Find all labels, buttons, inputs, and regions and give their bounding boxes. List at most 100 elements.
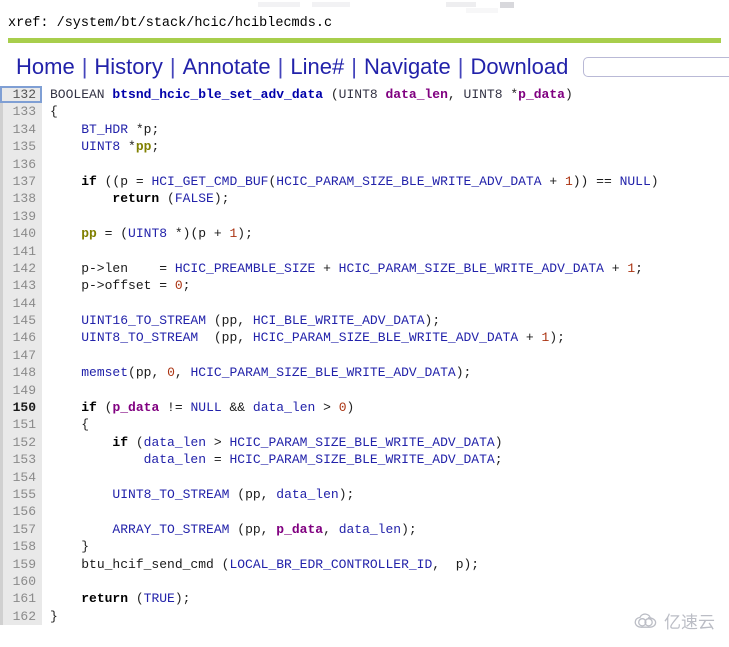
nav-link-linenum[interactable]: Line# — [283, 54, 351, 80]
code-token: , — [151, 365, 168, 381]
code-token: ( — [128, 434, 144, 450]
line-number-145[interactable]: 145 — [0, 312, 42, 330]
line-number-143[interactable]: 143 — [0, 277, 42, 295]
code-token: ( — [198, 330, 222, 346]
code-line: 147 — [0, 346, 729, 365]
code-symbol-link[interactable]: LOCAL_BR_EDR_CONTROLLER_ID — [229, 557, 432, 572]
line-number-150[interactable]: 150 — [0, 399, 42, 417]
line-number-153[interactable]: 153 — [0, 451, 42, 469]
code-token: ( — [229, 486, 246, 502]
code-symbol-link[interactable]: UINT8_TO_STREAM — [112, 487, 229, 502]
code-token: 1 — [627, 260, 636, 276]
code-line: 145 UINT16_TO_STREAM (pp, HCI_BLE_WRITE_… — [0, 312, 729, 330]
code-symbol-link[interactable]: UINT8 — [128, 226, 167, 241]
line-number-133[interactable]: 133 — [0, 103, 42, 121]
code-symbol-link[interactable]: HCI_GET_CMD_BUF — [151, 174, 268, 189]
code-token: p_data — [276, 521, 324, 537]
code-symbol-link[interactable]: HCIC_PARAM_SIZE_BLE_WRITE_ADV_DATA — [190, 365, 455, 380]
line-number-147[interactable]: 147 — [0, 346, 42, 365]
line-number-134[interactable]: 134 — [0, 120, 42, 139]
nav-link-navigate[interactable]: Navigate — [357, 54, 458, 80]
code-line-source — [42, 243, 729, 260]
line-number-137[interactable]: 137 — [0, 172, 42, 191]
code-symbol-link[interactable]: memset — [81, 365, 128, 380]
code-symbol-link[interactable]: ARRAY_TO_STREAM — [112, 522, 229, 537]
code-line-source: if ((p = HCI_GET_CMD_BUF(HCIC_PARAM_SIZE… — [42, 173, 729, 190]
code-symbol-link[interactable]: UINT8_TO_STREAM — [81, 330, 198, 345]
nav-link-download[interactable]: Download — [464, 54, 576, 80]
line-number-148[interactable]: 148 — [0, 364, 42, 382]
line-number-136[interactable]: 136 — [0, 155, 42, 173]
code-symbol-link[interactable]: data_len — [144, 435, 206, 450]
line-number-156[interactable]: 156 — [0, 503, 42, 521]
code-token: if — [81, 400, 97, 416]
search-input[interactable] — [583, 57, 729, 77]
code-symbol-link[interactable]: NULL — [620, 174, 651, 189]
nav-link-annotate[interactable]: Annotate — [176, 54, 278, 80]
code-symbol-link[interactable]: btsnd_hcic_ble_set_adv_data — [112, 87, 323, 102]
line-number-146[interactable]: 146 — [0, 329, 42, 347]
code-line-source: data_len = HCIC_PARAM_SIZE_BLE_WRITE_ADV… — [42, 451, 729, 468]
line-number-159[interactable]: 159 — [0, 555, 42, 573]
nav-link-home[interactable]: Home — [14, 54, 82, 80]
code-line-source: { — [42, 103, 729, 120]
line-number-144[interactable]: 144 — [0, 294, 42, 313]
code-token: ( — [213, 556, 230, 572]
code-line-source: BOOLEAN btsnd_hcic_ble_set_adv_data (UIN… — [42, 86, 729, 103]
code-symbol-link[interactable]: HCIC_PARAM_SIZE_BLE_WRITE_ADV_DATA — [276, 174, 541, 189]
xref-path-header: xref: /system/bt/stack/hcic/hciblecmds.c — [8, 16, 333, 31]
code-line-source: UINT16_TO_STREAM (pp, HCI_BLE_WRITE_ADV_… — [42, 312, 729, 329]
line-number-140[interactable]: 140 — [0, 225, 42, 243]
code-line-source: return (FALSE); — [42, 190, 729, 207]
line-number-162[interactable]: 162 — [0, 607, 42, 626]
line-number-135[interactable]: 135 — [0, 138, 42, 156]
line-number-138[interactable]: 138 — [0, 190, 42, 208]
code-symbol-link[interactable]: HCI_BLE_WRITE_ADV_DATA — [253, 313, 425, 328]
code-line: 144 — [0, 294, 729, 313]
code-line-source — [42, 469, 729, 486]
line-number-160[interactable]: 160 — [0, 572, 42, 591]
code-symbol-link[interactable]: UINT8 — [81, 139, 128, 154]
code-symbol-link[interactable]: TRUE — [144, 591, 175, 606]
line-number-161[interactable]: 161 — [0, 590, 42, 608]
line-number-151[interactable]: 151 — [0, 416, 42, 434]
code-symbol-link[interactable]: HCIC_PARAM_SIZE_BLE_WRITE_ADV_DATA — [339, 261, 604, 276]
line-number-152[interactable]: 152 — [0, 433, 42, 452]
code-token: , — [260, 521, 277, 537]
line-number-139[interactable]: 139 — [0, 207, 42, 226]
line-number-154[interactable]: 154 — [0, 468, 42, 486]
line-number-132[interactable]: 132 — [0, 86, 42, 104]
code-line: 140 pp = (UINT8 *)(p + 1); — [0, 225, 729, 243]
code-token: ( — [128, 591, 144, 607]
code-symbol-link[interactable]: data_len — [253, 400, 315, 415]
code-line: 157 ARRAY_TO_STREAM (pp, p_data, data_le… — [0, 520, 729, 539]
code-token: p->len = — [50, 260, 175, 276]
line-number-157[interactable]: 157 — [0, 520, 42, 539]
code-symbol-link[interactable]: UINT16_TO_STREAM — [81, 313, 206, 328]
line-number-142[interactable]: 142 — [0, 259, 42, 278]
code-token: { — [50, 104, 58, 120]
code-symbol-link[interactable]: HCIC_PREAMBLE_SIZE — [175, 261, 315, 276]
line-number-155[interactable]: 155 — [0, 485, 42, 504]
code-token: ; — [635, 260, 643, 276]
code-symbol-link[interactable]: data_len — [144, 452, 206, 467]
code-symbol-link[interactable]: data_len — [339, 522, 401, 537]
code-line-source: BT_HDR *p; — [42, 121, 729, 138]
code-symbol-link[interactable]: FALSE — [175, 191, 214, 206]
code-symbol-link[interactable]: HCIC_PARAM_SIZE_BLE_WRITE_ADV_DATA — [253, 330, 518, 345]
code-symbol-link[interactable]: BT_HDR — [81, 122, 136, 137]
ghost-fragment — [446, 2, 476, 7]
code-symbol-link[interactable]: HCIC_PARAM_SIZE_BLE_WRITE_ADV_DATA — [229, 435, 494, 450]
line-number-141[interactable]: 141 — [0, 242, 42, 260]
code-symbol-link[interactable]: HCIC_PARAM_SIZE_BLE_WRITE_ADV_DATA — [229, 452, 494, 467]
code-token: ) — [346, 400, 355, 416]
code-line: 132 BOOLEAN btsnd_hcic_ble_set_adv_data (… — [0, 86, 729, 104]
code-symbol-link[interactable]: data_len — [276, 487, 338, 502]
code-symbol-link[interactable]: NULL — [190, 400, 221, 415]
line-number-149[interactable]: 149 — [0, 381, 42, 400]
code-token: * — [510, 87, 519, 102]
code-line: 136 — [0, 155, 729, 173]
nav-link-history[interactable]: History — [87, 54, 169, 80]
line-number-158[interactable]: 158 — [0, 538, 42, 556]
